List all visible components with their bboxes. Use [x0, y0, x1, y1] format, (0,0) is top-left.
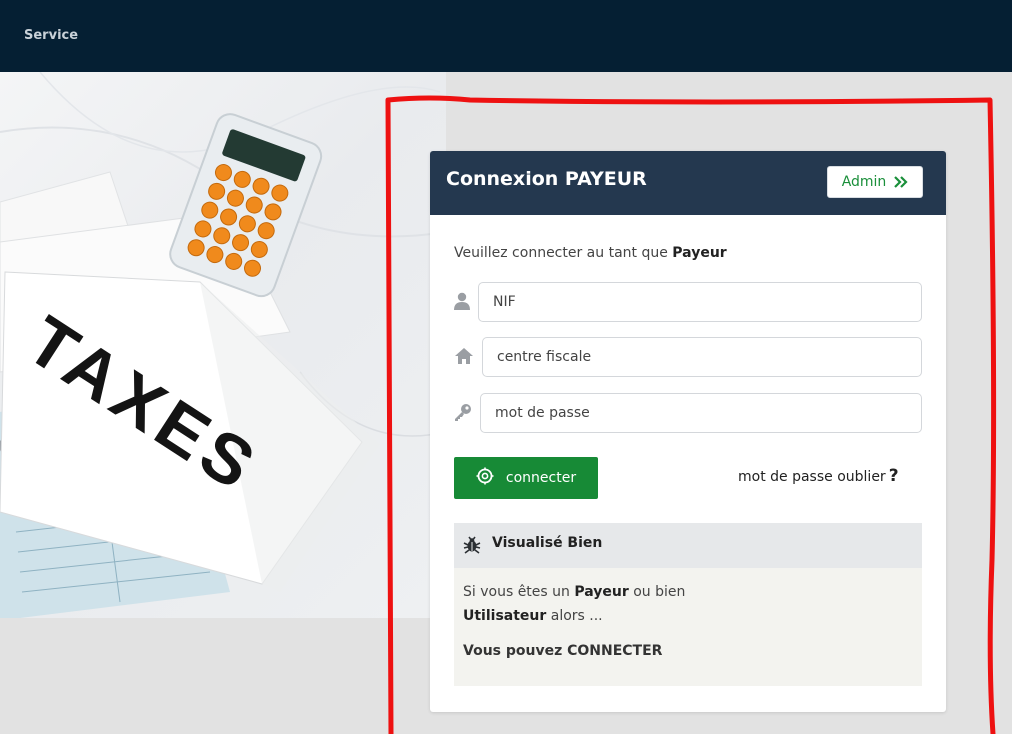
double-chevron-right-icon: [894, 173, 908, 192]
info-panel-cta: Vous pouvez CONNECTER: [463, 643, 663, 659]
info-panel-title: Visualisé Bien: [492, 535, 603, 551]
user-icon: [454, 292, 474, 312]
intro-text: Veuillez connecter au tant que: [454, 245, 673, 261]
forgot-password-link[interactable]: mot de passe oublier?: [738, 466, 899, 486]
centre-fiscale-input[interactable]: [482, 337, 922, 377]
connect-button-label: connecter: [505, 470, 577, 486]
hero-image: TAXES: [0, 72, 446, 618]
gear-icon: [476, 467, 494, 489]
password-input[interactable]: [480, 393, 922, 433]
bug-icon: [463, 536, 481, 554]
login-intro: Veuillez connecter au tant que Payeur: [454, 245, 727, 261]
info-line2-role: Utilisateur: [463, 608, 547, 624]
nif-input[interactable]: [478, 282, 922, 322]
admin-button-label: Admin: [841, 174, 887, 190]
info-line1-prefix: Si vous êtes un: [463, 584, 575, 600]
card-title: Connexion PAYEUR: [446, 168, 647, 190]
info-line2-suffix: alors ...: [546, 608, 603, 624]
info-panel: Visualisé Bien Si vous êtes un Payeur ou…: [454, 523, 922, 686]
forgot-password-label: mot de passe oublier: [738, 469, 886, 485]
nif-row: [454, 282, 922, 322]
info-panel-text: Si vous êtes un Payeur ou bien Utilisate…: [463, 580, 903, 628]
home-icon: [454, 347, 474, 367]
top-navbar: Service: [0, 0, 1012, 72]
info-panel-header: Visualisé Bien: [454, 523, 922, 568]
navbar-brand[interactable]: Service: [24, 28, 78, 43]
info-line1-suffix: ou bien: [628, 584, 686, 600]
intro-role: Payeur: [672, 245, 727, 261]
key-icon: [454, 403, 474, 423]
admin-button[interactable]: Admin: [827, 166, 923, 198]
login-card: Connexion PAYEUR Admin Veuillez connecte…: [430, 151, 946, 712]
centre-row: [454, 337, 922, 377]
question-mark: ?: [888, 466, 899, 486]
info-line1-role: Payeur: [574, 584, 629, 600]
password-row: [454, 393, 922, 433]
connect-button[interactable]: connecter: [454, 457, 598, 499]
card-header: Connexion PAYEUR Admin: [430, 151, 946, 215]
